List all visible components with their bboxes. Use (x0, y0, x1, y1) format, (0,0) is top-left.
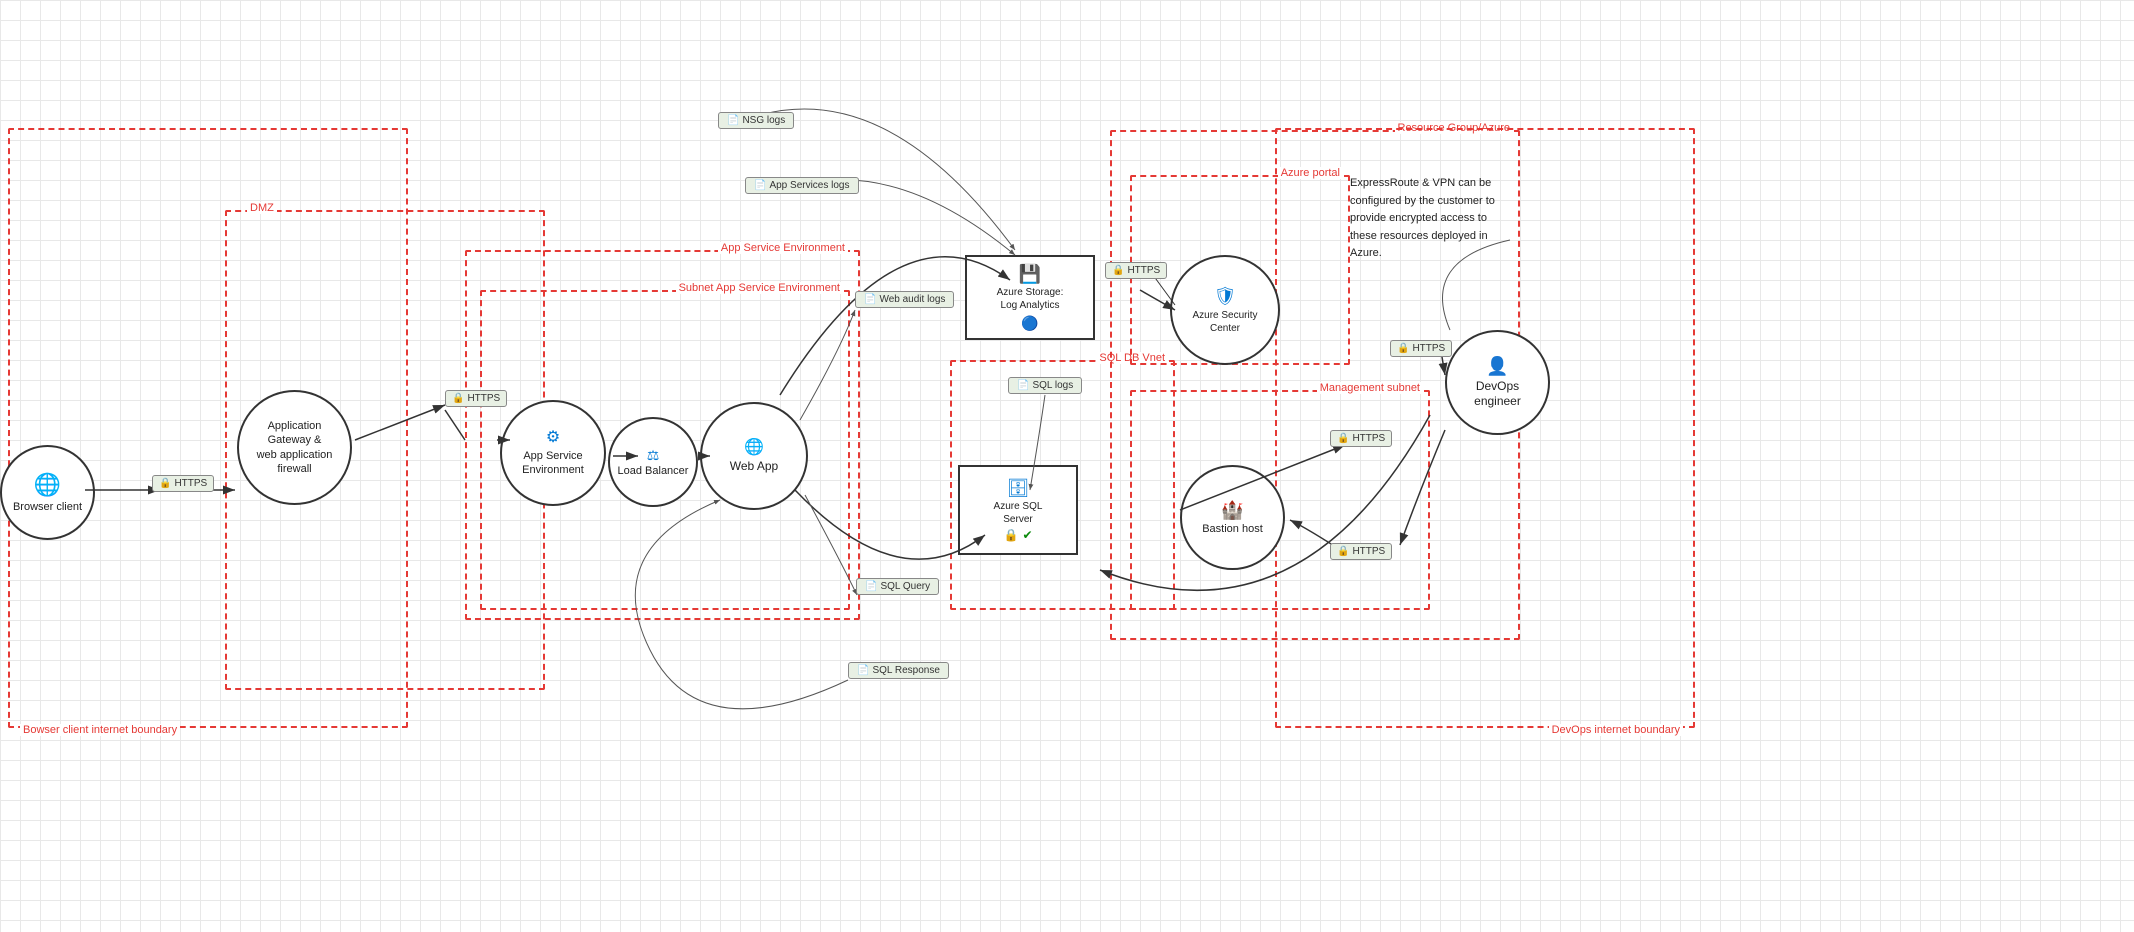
browser-client-icon: 🌐 (13, 471, 82, 500)
app-services-logs-label: App Services logs (769, 180, 849, 191)
azure-security-node: 🛡 Azure Security Center (1170, 255, 1280, 365)
sql-response-label: SQL Response (872, 665, 939, 676)
lock-icon-4: 🔒 (1337, 433, 1349, 444)
doc-icon-query: 📄 (865, 581, 877, 592)
https-label-3: HTTPS (1127, 265, 1160, 276)
doc-icon-app: 📄 (754, 180, 766, 191)
devops-icon: 👤 (1474, 355, 1521, 378)
nsg-logs-label: NSG logs (742, 115, 785, 126)
bastion-host-node: 🏰 Bastion host (1180, 465, 1285, 570)
web-app-node: 🌐 Web App (700, 402, 808, 510)
doc-icon-response: 📄 (857, 665, 869, 676)
azure-security-label: Azure Security Center (1192, 309, 1257, 335)
doc-icon-web: 📄 (864, 294, 876, 305)
sql-query-label: SQL Query (880, 581, 930, 592)
sql-response-badge: 📄 SQL Response (848, 662, 949, 679)
https-badge-2: 🔒 HTTPS (445, 390, 507, 407)
https-badge-4: 🔒 HTTPS (1330, 430, 1392, 447)
app-gateway-node: Application Gateway & web application fi… (237, 390, 352, 505)
https-badge-3: 🔒 HTTPS (1105, 262, 1167, 279)
azure-sql-node: 🗄 Azure SQL Server 🔒 ✔ (958, 465, 1078, 555)
browser-client-node: 🌐 Browser client (0, 445, 95, 540)
https-label-2: HTTPS (467, 393, 500, 404)
https-label-4: HTTPS (1352, 433, 1385, 444)
browser-boundary-label: Bowser client internet boundary (20, 724, 180, 736)
web-app-icon: 🌐 (730, 438, 778, 459)
https-badge-6: 🔒 HTTPS (1390, 340, 1452, 357)
devops-label: DevOps engineer (1474, 379, 1521, 410)
subnet-ase-label: Subnet App Service Environment (676, 282, 843, 294)
azure-sql-label: Azure SQL Server (994, 500, 1043, 526)
sql-logs-label: SQL logs (1032, 380, 1073, 391)
https-badge-1: 🔒 HTTPS (152, 475, 214, 492)
https-label-5: HTTPS (1352, 546, 1385, 557)
doc-icon-sql: 📄 (1017, 380, 1029, 391)
web-audit-logs-label: Web audit logs (879, 294, 945, 305)
ase-label: App Service Environment (522, 449, 584, 478)
https-label-1: HTTPS (174, 478, 207, 489)
web-app-label: Web App (730, 459, 778, 475)
diagram-container: Bowser client internet boundary DMZ App … (0, 0, 2134, 932)
ase-label: App Service Environment (718, 242, 848, 254)
azure-storage-label: Azure Storage: Log Analytics (997, 286, 1064, 312)
load-balancer-label: Load Balancer (618, 464, 689, 478)
sql-logs-badge: 📄 SQL logs (1008, 377, 1082, 394)
azure-security-icon: 🛡 (1192, 285, 1257, 308)
sql-query-badge: 📄 SQL Query (856, 578, 939, 595)
azure-storage-node: 💾 Azure Storage: Log Analytics 🔵 (965, 255, 1095, 340)
bastion-label: Bastion host (1202, 522, 1263, 536)
nsg-logs-badge: 📄 NSG logs (718, 112, 794, 129)
lock-icon-3: 🔒 (1112, 265, 1124, 276)
app-gateway-label: Application Gateway & web application fi… (257, 419, 333, 476)
app-services-logs-badge: 📄 App Services logs (745, 177, 859, 194)
azure-sql-icon: 🗄 (994, 477, 1043, 500)
lock-icon-1: 🔒 (159, 478, 171, 489)
ase-node: ⚙ App Service Environment (500, 400, 606, 506)
doc-icon-nsg: 📄 (727, 115, 739, 126)
azure-storage-icon: 💾 (997, 263, 1064, 286)
bastion-icon: 🏰 (1202, 499, 1263, 522)
devops-boundary-label: DevOps internet boundary (1549, 724, 1683, 736)
load-balancer-icon: ⚖ (618, 446, 689, 464)
devops-engineer-node: 👤 DevOps engineer (1445, 330, 1550, 435)
browser-client-label: Browser client (13, 500, 82, 514)
https-badge-5: 🔒 HTTPS (1330, 543, 1392, 560)
load-balancer-node: ⚖ Load Balancer (608, 417, 698, 507)
lock-icon-6: 🔒 (1397, 343, 1409, 354)
lock-icon-2: 🔒 (452, 393, 464, 404)
ase-icon: ⚙ (522, 428, 584, 449)
https-label-6: HTTPS (1412, 343, 1445, 354)
express-route-annotation: ExpressRoute & VPN can be configured by … (1350, 175, 1510, 263)
dmz-label: DMZ (247, 202, 277, 214)
lock-icon-5: 🔒 (1337, 546, 1349, 557)
web-audit-logs-badge: 📄 Web audit logs (855, 291, 954, 308)
